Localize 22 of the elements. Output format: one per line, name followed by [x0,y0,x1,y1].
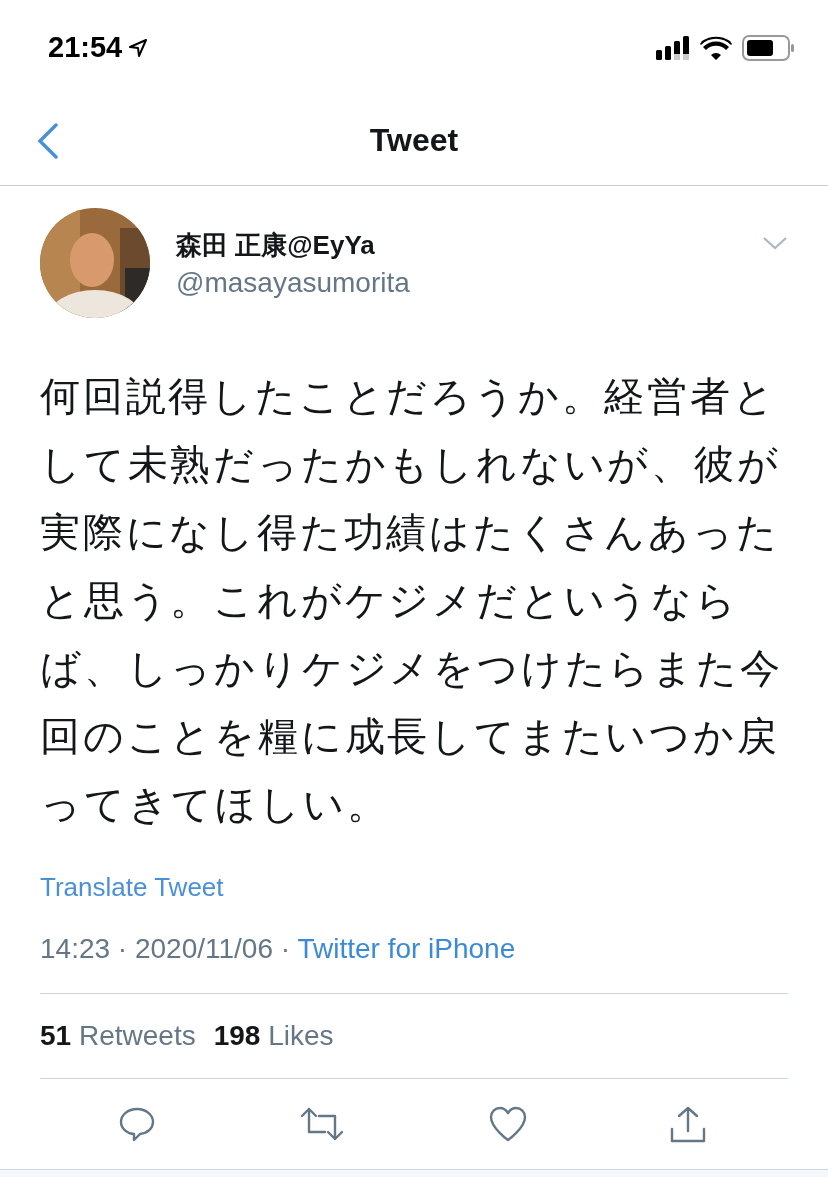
retweet-button[interactable] [299,1106,346,1142]
share-button[interactable] [670,1105,707,1143]
share-icon [670,1105,707,1143]
heart-icon [488,1106,527,1142]
battery-icon [742,34,794,61]
stat-count[interactable]: 51 Retweets [40,1020,196,1052]
reply-icon [117,1105,156,1143]
reply-button[interactable] [117,1105,156,1143]
location-icon [128,37,149,58]
back-icon[interactable] [36,123,60,159]
retweet-icon [299,1106,346,1142]
tweet-text: 何回説得したことだろうか。経営者として未熟だったかもしれないが、彼が実際になし得た功績はたくさんあったと思う。これがケジメだというならば、しっかりケジメをつけたらまた今回のことを糧に成長してまたいつか戻ってきてほしい。 [40,372,784,829]
author-handle: @masayasumorita [176,266,411,299]
status-time: 21:54 [48,31,123,64]
signal-icon [656,35,690,60]
author-name[interactable]: 森田 正康@EyYa [176,227,736,263]
tweet-timestamp: 14:23 · 2020/11/06 · [40,933,292,964]
like-button[interactable] [488,1106,527,1142]
wifi-icon [700,35,732,60]
nav-title: Tweet [369,121,459,159]
stat-count[interactable]: 198 Likes [213,1020,334,1052]
source-link[interactable]: Twitter for iPhone [297,933,516,964]
